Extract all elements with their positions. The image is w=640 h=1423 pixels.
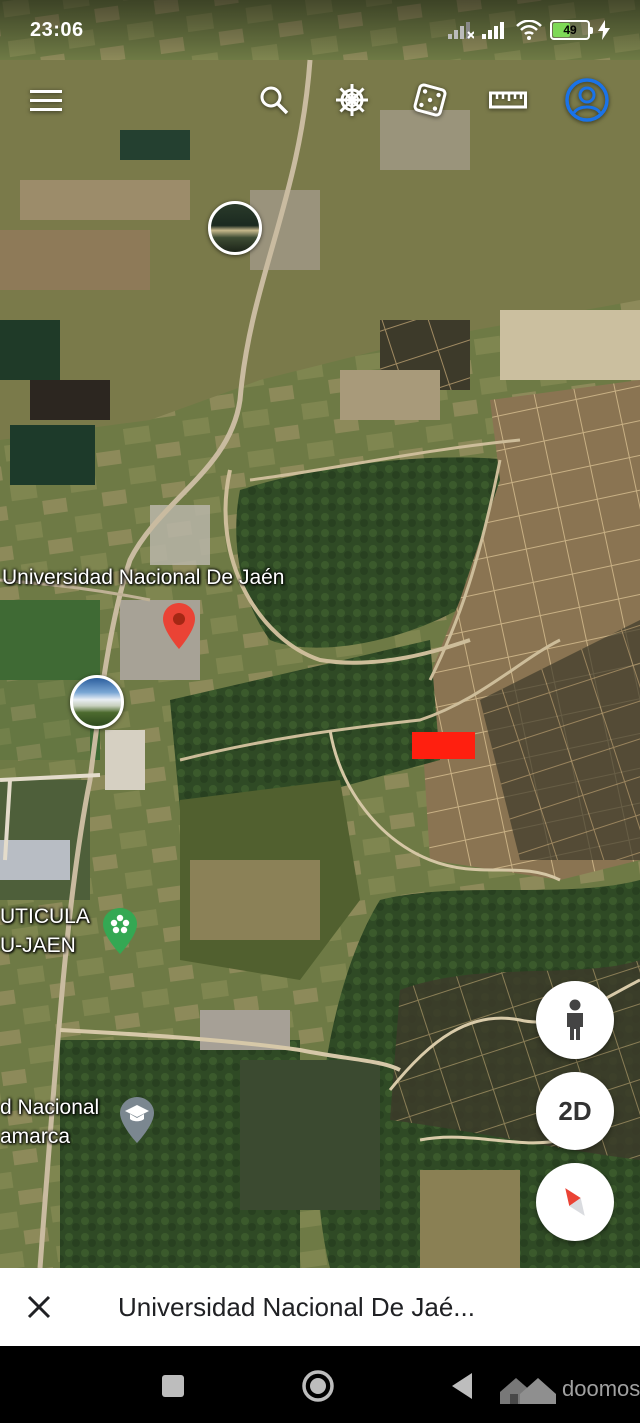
map-label-university-partial-2[interactable]: amarca	[0, 1123, 70, 1151]
wifi-icon	[516, 20, 542, 40]
street-view-button[interactable]	[536, 981, 614, 1059]
map-label-university-partial-1[interactable]: d Nacional	[0, 1094, 99, 1122]
feeling-lucky-dice-icon	[413, 83, 447, 117]
voyager-button[interactable]	[327, 72, 377, 128]
no-signal-icon	[448, 22, 474, 39]
map-label-poi-partial-2[interactable]: U-JAEN	[0, 932, 76, 960]
status-icons: 49	[448, 20, 610, 40]
measure-button[interactable]	[483, 72, 533, 128]
charging-bolt-icon	[598, 20, 610, 40]
view-mode-label: 2D	[558, 1095, 592, 1126]
compass-button[interactable]	[536, 1163, 614, 1241]
back-triangle-icon	[452, 1373, 472, 1399]
compass-icon	[565, 1188, 585, 1216]
feeling-lucky-button[interactable]	[405, 72, 455, 128]
house-logo-icon	[500, 1378, 556, 1404]
system-navigation-bar: doomos	[0, 1346, 640, 1423]
top-toolbar	[0, 72, 640, 130]
search-icon	[260, 86, 289, 115]
voyager-helm-icon	[336, 84, 368, 116]
view-mode-2d-button[interactable]: 2D	[536, 1072, 614, 1150]
recents-square-icon	[162, 1375, 184, 1397]
watermark-text: doomos	[562, 1376, 640, 1401]
red-highlight-marker	[412, 732, 475, 759]
satellite-imagery	[0, 0, 640, 1268]
home-circle-icon	[302, 1370, 334, 1402]
pegman-icon	[567, 999, 583, 1040]
measure-ruler-icon	[489, 91, 527, 109]
status-time: 23:06	[30, 18, 84, 41]
menu-icon	[30, 90, 62, 111]
satellite-map[interactable]: Universidad Nacional De Jaén UTICULA U-J…	[0, 0, 640, 1268]
recents-button[interactable]	[153, 1366, 193, 1406]
battery-icon: 49	[550, 20, 593, 40]
close-icon	[27, 1295, 51, 1319]
close-button[interactable]	[0, 1268, 78, 1346]
home-button[interactable]	[298, 1366, 338, 1406]
back-button[interactable]	[442, 1366, 482, 1406]
menu-button[interactable]	[21, 72, 71, 128]
account-button[interactable]	[562, 72, 612, 128]
account-avatar-icon	[565, 78, 609, 122]
green-flower-poi-icon[interactable]	[103, 908, 137, 959]
red-pin-icon	[163, 603, 195, 649]
search-button[interactable]	[249, 72, 299, 128]
status-bar: 23:06 49	[0, 0, 640, 60]
battery-level: 49	[563, 23, 577, 37]
doomos-watermark: doomos	[496, 1372, 640, 1406]
photo-pin-west[interactable]	[70, 675, 124, 729]
red-location-pin[interactable]	[163, 603, 195, 654]
signal-bars-icon	[482, 22, 504, 39]
place-bottom-sheet[interactable]: Universidad Nacional De Jaé...	[0, 1268, 640, 1346]
graduation-cap-poi-icon[interactable]	[120, 1097, 154, 1148]
photo-pin-north[interactable]	[208, 201, 262, 255]
map-label-poi-partial-1[interactable]: UTICULA	[0, 903, 90, 931]
map-label-university-unj[interactable]: Universidad Nacional De Jaén	[2, 564, 285, 592]
place-title[interactable]: Universidad Nacional De Jaé...	[118, 1292, 538, 1323]
